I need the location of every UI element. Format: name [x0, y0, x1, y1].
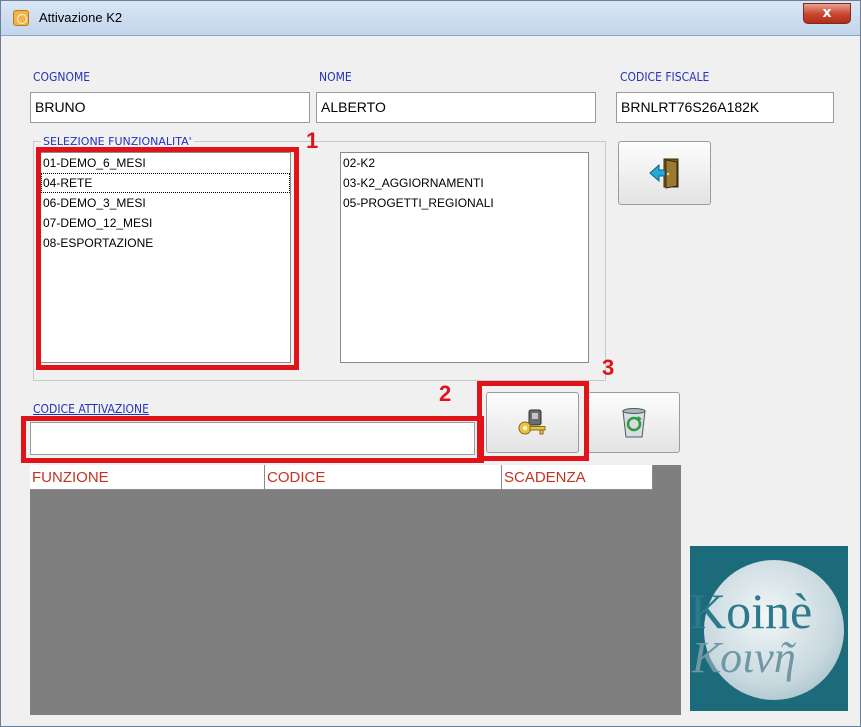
- logo-text-greek: Κοινῆ: [692, 633, 796, 682]
- close-button[interactable]: x: [803, 3, 851, 24]
- annotation-label-1: 1: [306, 128, 319, 153]
- annotation-box-2: [21, 416, 484, 463]
- annotation-box-1: [36, 147, 299, 370]
- column-header-codice[interactable]: CODICE: [265, 465, 502, 490]
- window-title: Attivazione K2: [39, 10, 123, 25]
- annotation-box-3: [477, 381, 589, 461]
- column-header-scadenza[interactable]: SCADENZA: [502, 465, 653, 490]
- delete-button[interactable]: [587, 392, 680, 453]
- nome-field[interactable]: ALBERTO: [316, 92, 596, 123]
- nome-label: NOME: [319, 70, 352, 84]
- selected-functions-list[interactable]: 02-K2 03-K2_AGGIORNAMENTI 05-PROGETTI_RE…: [340, 152, 589, 363]
- title-bar[interactable]: Attivazione K2 x: [1, 1, 860, 36]
- table-header: FUNZIONE CODICE SCADENZA: [30, 465, 653, 490]
- annotation-label-3: 3: [602, 355, 615, 380]
- list-item[interactable]: 03-K2_AGGIORNAMENTI: [341, 173, 588, 193]
- activations-table[interactable]: FUNZIONE CODICE SCADENZA: [30, 465, 681, 715]
- codice-fiscale-field[interactable]: BRNLRT76S26A182K: [616, 92, 834, 123]
- exit-button[interactable]: [618, 141, 711, 205]
- codice-attivazione-label: CODICE ATTIVAZIONE: [33, 402, 149, 416]
- list-item[interactable]: 02-K2: [341, 153, 588, 173]
- exit-door-icon: [648, 158, 678, 189]
- app-icon: [13, 10, 29, 26]
- koine-logo: Koinè Κοινῆ: [690, 546, 848, 711]
- cognome-label: COGNOME: [33, 70, 91, 84]
- activation-window: Attivazione K2 x COGNOME BRUNO NOME ALBE…: [0, 0, 861, 727]
- annotation-label-2: 2: [439, 381, 452, 406]
- list-item[interactable]: 05-PROGETTI_REGIONALI: [341, 193, 588, 213]
- recycle-bin-icon: [621, 407, 646, 437]
- codice-fiscale-label: CODICE FISCALE: [620, 70, 710, 84]
- column-header-funzione[interactable]: FUNZIONE: [30, 465, 265, 490]
- cognome-field[interactable]: BRUNO: [30, 92, 310, 123]
